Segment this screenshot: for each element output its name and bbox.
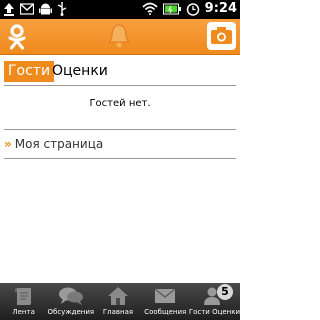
nav-guests-ratings[interactable]: 5 Гости Оценки [189, 283, 240, 320]
my-page-label: Моя страница [14, 137, 104, 151]
tab-ratings[interactable]: Оценки [52, 61, 108, 82]
upload-icon [4, 3, 14, 16]
notification-count-badge: 5 [217, 284, 233, 300]
nav-home[interactable]: Главная [94, 283, 141, 320]
nav-label: Обсуждения [47, 308, 95, 316]
gmail-icon [20, 3, 34, 15]
nav-feed[interactable]: Лента [0, 283, 47, 320]
camera-icon [211, 27, 232, 44]
empty-message: Гостей нет. [89, 98, 151, 109]
camera-button[interactable] [207, 22, 236, 50]
app-bar [0, 19, 240, 55]
messages-icon [154, 288, 176, 303]
nav-discussions[interactable]: Обсуждения [47, 283, 94, 320]
feed-icon [14, 288, 31, 305]
divider [4, 85, 236, 86]
bottom-navigation: Лента Обсуждения Главная Сообщения 5 Гос… [0, 283, 240, 320]
notifications-bell-icon[interactable] [107, 23, 131, 49]
status-bar: 9:24 [0, 0, 240, 19]
link-marker: » [4, 137, 12, 151]
tab-bar: Гости Оценки [0, 54, 240, 86]
home-icon [108, 287, 128, 305]
android-icon [39, 3, 52, 15]
usb-icon [57, 2, 67, 16]
status-bar-system: 9:24 [142, 1, 237, 16]
nav-label: Лента [12, 308, 35, 316]
battery-icon [162, 3, 181, 14]
status-bar-notifications [3, 2, 67, 16]
tab-guests[interactable]: Гости [4, 61, 55, 82]
odnoklassniki-logo[interactable] [4, 24, 30, 50]
my-page-link[interactable]: » Моя страница [4, 135, 103, 153]
nav-label: Главная [102, 308, 134, 316]
nav-label: Сообщения [144, 308, 187, 316]
clock: 9:24 [204, 1, 237, 16]
discussions-icon [58, 287, 83, 305]
nav-messages[interactable]: Сообщения [142, 283, 189, 320]
divider [4, 158, 236, 159]
nav-label: Гости Оценки [188, 308, 240, 316]
alarm-icon [186, 2, 199, 16]
wifi-icon [142, 2, 158, 15]
divider [4, 129, 236, 130]
